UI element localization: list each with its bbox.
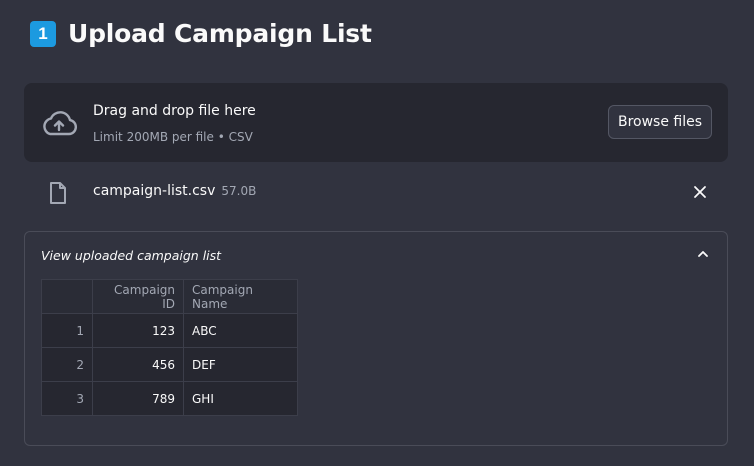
row-index: 2 [41, 347, 93, 382]
campaign-name-cell[interactable]: ABC [183, 313, 298, 348]
app-page: 1 Upload Campaign List Drag and drop fil… [0, 0, 754, 466]
uploaded-file-item: campaign-list.csv 57.0B [24, 173, 728, 211]
index-column-header [41, 279, 93, 314]
close-icon[interactable] [690, 182, 710, 202]
section-header: 1 Upload Campaign List [30, 19, 372, 48]
file-dropzone[interactable]: Drag and drop file here Limit 200MB per … [24, 83, 728, 162]
campaign-name-cell[interactable]: DEF [183, 347, 298, 382]
campaign-id-column-header[interactable]: Campaign ID [92, 279, 184, 314]
campaign-table: Campaign ID Campaign Name 1 123 ABC 2 45… [41, 279, 298, 416]
cloud-upload-icon [43, 111, 78, 136]
campaign-name-cell[interactable]: GHI [183, 381, 298, 416]
table-row: 3 789 GHI [41, 381, 298, 416]
expander-label: View uploaded campaign list [41, 248, 222, 263]
table-header-row: Campaign ID Campaign Name [41, 279, 298, 314]
browse-files-button[interactable]: Browse files [608, 105, 712, 139]
row-index: 3 [41, 381, 93, 416]
campaign-id-cell[interactable]: 123 [92, 313, 184, 348]
campaign-name-column-header[interactable]: Campaign Name [183, 279, 298, 314]
campaign-id-cell[interactable]: 456 [92, 347, 184, 382]
file-name-text: campaign-list.csv [93, 183, 216, 199]
chevron-up-icon[interactable] [696, 249, 710, 259]
file-name: campaign-list.csv 57.0B [93, 183, 256, 199]
dropzone-instructions: Drag and drop file here [93, 103, 256, 119]
file-icon [50, 182, 66, 204]
campaign-id-cell[interactable]: 789 [92, 381, 184, 416]
row-index: 1 [41, 313, 93, 348]
page-title: Upload Campaign List [68, 19, 372, 48]
table-row: 1 123 ABC [41, 313, 298, 348]
step-number-badge: 1 [30, 20, 56, 47]
expander-header[interactable]: View uploaded campaign list [25, 232, 727, 278]
campaign-list-expander: View uploaded campaign list Campaign ID … [24, 231, 728, 446]
dropzone-limit-text: Limit 200MB per file • CSV [93, 130, 253, 144]
table-row: 2 456 DEF [41, 347, 298, 382]
file-size: 57.0B [221, 184, 257, 198]
